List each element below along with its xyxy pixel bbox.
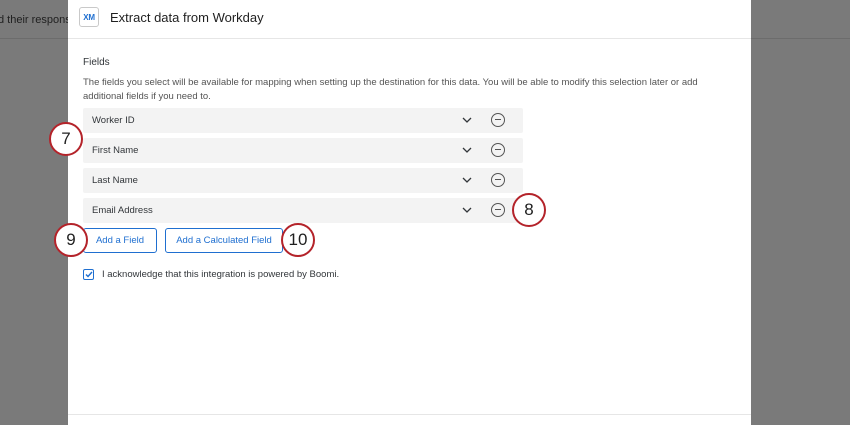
extract-data-modal: XM Extract data from Workday Fields The … xyxy=(68,0,751,425)
callout-badge: 7 xyxy=(49,122,83,156)
callout-badge: 8 xyxy=(512,193,546,227)
background-page-text: d their response xyxy=(0,14,77,26)
remove-field-icon[interactable] xyxy=(491,113,505,127)
field-select-worker-id[interactable]: Worker ID xyxy=(83,108,523,133)
modal-title: Extract data from Workday xyxy=(110,10,264,25)
field-label: Last Name xyxy=(92,175,138,186)
field-label: Worker ID xyxy=(92,115,135,126)
chevron-down-icon[interactable] xyxy=(460,143,474,157)
remove-field-icon[interactable] xyxy=(491,173,505,187)
chevron-down-icon[interactable] xyxy=(460,113,474,127)
add-field-button[interactable]: Add a Field xyxy=(83,228,157,253)
xm-logo-icon: XM xyxy=(79,7,99,27)
callout-badge: 9 xyxy=(54,223,88,257)
fields-section-label: Fields xyxy=(83,57,110,68)
checkmark-icon xyxy=(85,271,93,278)
fields-description: The fields you select will be available … xyxy=(83,77,698,102)
modal-footer-divider xyxy=(68,414,751,415)
field-select-email-address[interactable]: Email Address xyxy=(83,198,523,223)
field-select-last-name[interactable]: Last Name xyxy=(83,168,523,193)
remove-field-icon[interactable] xyxy=(491,143,505,157)
chevron-down-icon[interactable] xyxy=(460,203,474,217)
field-label: First Name xyxy=(92,145,139,156)
callout-badge: 10 xyxy=(281,223,315,257)
field-label: Email Address xyxy=(92,205,153,216)
acknowledge-label: I acknowledge that this integration is p… xyxy=(102,269,340,280)
acknowledge-checkbox[interactable] xyxy=(83,269,94,280)
modal-header: XM Extract data from Workday xyxy=(68,0,751,39)
add-calculated-field-button[interactable]: Add a Calculated Field xyxy=(165,228,283,253)
field-select-first-name[interactable]: First Name xyxy=(83,138,523,163)
xm-logo-text: XM xyxy=(83,12,95,22)
remove-field-icon[interactable] xyxy=(491,203,505,217)
chevron-down-icon[interactable] xyxy=(460,173,474,187)
